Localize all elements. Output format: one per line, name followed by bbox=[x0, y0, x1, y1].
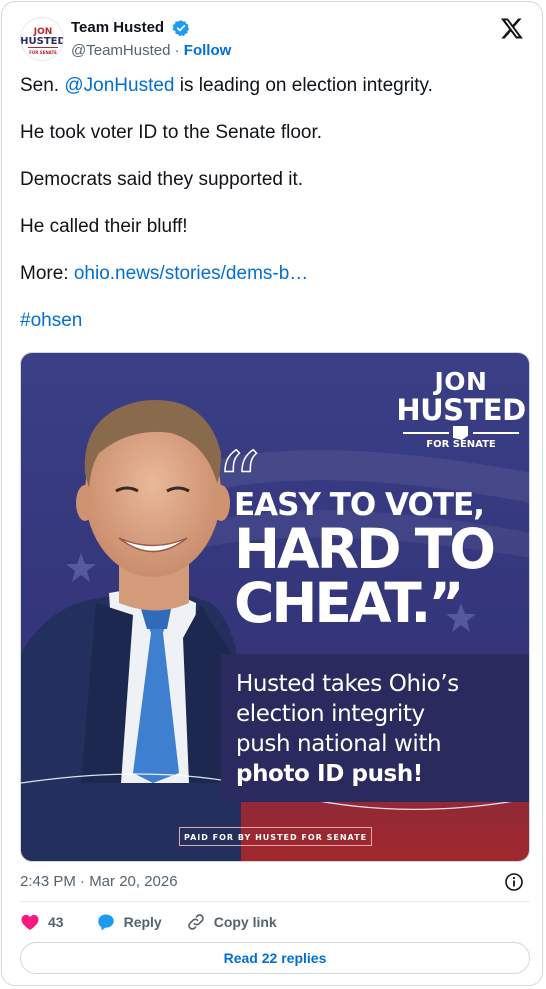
article-link[interactable]: ohio.news/stories/dems-b… bbox=[74, 263, 308, 284]
avatar-text-for-senate: FOR SENATE bbox=[29, 50, 57, 55]
ohio-shape-icon bbox=[453, 426, 468, 440]
ad-logo-rule-left bbox=[403, 432, 449, 434]
like-button[interactable]: 43 bbox=[20, 912, 64, 932]
ad-logo-husted: HUSTED bbox=[396, 393, 526, 427]
tweet-line-1-prefix: Sen. bbox=[20, 75, 65, 96]
hashtag-link[interactable]: #ohsen bbox=[20, 310, 82, 331]
tweet-timestamp[interactable]: 2:43 PM · Mar 20, 2026 bbox=[20, 873, 178, 890]
ad-subtext-line-3: push national with bbox=[236, 731, 442, 757]
avatar-text-husted: HUSTED bbox=[21, 36, 64, 47]
tweet-hashtag-line: #ohsen bbox=[20, 309, 530, 333]
footer-divider bbox=[20, 901, 530, 902]
reply-label: Reply bbox=[123, 914, 162, 930]
follow-button[interactable]: Follow bbox=[184, 42, 232, 59]
tweet-more-line: More: ohio.news/stories/dems-b… bbox=[20, 262, 530, 286]
x-logo-icon[interactable] bbox=[500, 16, 524, 45]
tweet-text: Sen. @JonHusted is leading on election i… bbox=[20, 74, 530, 356]
ad-headline-line-3: CHEAT.” bbox=[234, 571, 464, 635]
tweet-line-2: He took voter ID to the Senate floor. bbox=[20, 122, 323, 143]
author-handle[interactable]: @TeamHusted bbox=[71, 42, 170, 59]
ad-logo-rule-right bbox=[473, 432, 519, 434]
avatar[interactable]: JON HUSTED FOR SENATE bbox=[20, 17, 64, 61]
link-chain-icon bbox=[187, 914, 204, 930]
reply-button[interactable]: Reply bbox=[96, 912, 162, 932]
tweet-line-1: Sen. @JonHusted is leading on election i… bbox=[20, 74, 530, 98]
tweet-line-1-suffix: is leading on election integrity. bbox=[174, 75, 433, 96]
copy-link-label: Copy link bbox=[213, 914, 277, 930]
ad-subtext: Husted takes Ohio’s election integrity p… bbox=[236, 669, 459, 789]
mention-link[interactable]: @JonHusted bbox=[64, 75, 174, 96]
reply-bubble-icon bbox=[97, 914, 114, 931]
info-icon[interactable] bbox=[504, 872, 524, 897]
tweet-line-3: Democrats said they supported it. bbox=[20, 169, 304, 190]
copy-link-button[interactable]: Copy link bbox=[186, 912, 277, 932]
tweet-line-4: He called their bluff! bbox=[20, 216, 188, 237]
ad-subtext-line-4: photo ID push! bbox=[236, 761, 423, 787]
ad-headline: EASY TO VOTE, HARD TO CHEAT.” bbox=[234, 488, 496, 635]
verified-badge-icon bbox=[172, 19, 190, 42]
author-name[interactable]: Team Husted bbox=[71, 19, 164, 36]
ad-subtext-line-1: Husted takes Ohio’s bbox=[236, 671, 459, 697]
heart-icon bbox=[21, 914, 39, 930]
like-count: 43 bbox=[48, 914, 64, 930]
tweet-card: JON HUSTED FOR SENATE Team Husted @TeamH… bbox=[1, 1, 543, 986]
tweet-image[interactable]: JON HUSTED FOR SENATE “ EASY TO VOTE, HA… bbox=[20, 352, 530, 862]
separator-dot: · bbox=[174, 42, 180, 59]
handle-row: @TeamHusted · Follow bbox=[71, 42, 231, 59]
ad-logo-jon: JON bbox=[434, 367, 488, 396]
more-label: More: bbox=[20, 263, 74, 284]
ad-subtext-line-2: election integrity bbox=[236, 701, 425, 727]
action-bar: 43 Reply Copy link bbox=[20, 911, 277, 933]
ad-headline-line-2: HARD TO bbox=[234, 517, 496, 581]
read-replies-button[interactable]: Read 22 replies bbox=[20, 942, 530, 974]
ad-logo: JON HUSTED FOR SENATE bbox=[395, 367, 527, 451]
paid-for-disclaimer: PAID FOR BY HUSTED FOR SENATE bbox=[179, 827, 372, 846]
ad-logo-for-senate: FOR SENATE bbox=[426, 439, 496, 450]
